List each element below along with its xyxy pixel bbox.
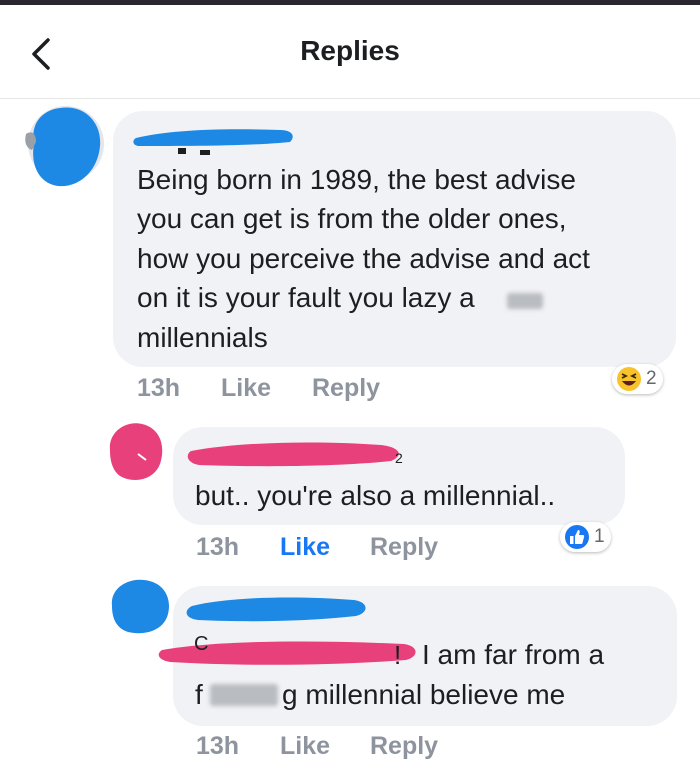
reply-button[interactable]: Reply [370, 732, 438, 761]
page-title: Replies [300, 35, 400, 66]
avatar[interactable] [106, 420, 166, 484]
svg-text:!: ! [394, 640, 401, 670]
avatar[interactable] [22, 104, 104, 190]
reply-button[interactable]: Reply [312, 374, 380, 403]
redacted-author-name [133, 129, 293, 155]
redacted-author-name: 2 [187, 442, 403, 467]
timestamp: 13h [137, 374, 181, 402]
like-button[interactable]: Like [280, 732, 330, 761]
comment-text-line: I am far from a [422, 639, 605, 670]
reaction-count: 2 [646, 368, 657, 389]
svg-text:C: C [194, 633, 208, 655]
comment-text-line: g millennial believe me [282, 679, 566, 710]
comment-text-line: millennials [137, 322, 268, 353]
comment-text-line: how you perceive the advise and act [137, 243, 590, 274]
avatar[interactable] [108, 578, 174, 636]
reply-button[interactable]: Reply [370, 533, 438, 562]
timestamp: 13h [196, 533, 240, 561]
comment-text-line: but.. you're also a millennial.. [195, 480, 556, 511]
redacted-text: C ! [158, 633, 416, 670]
comment-text-line: on it is your fault you lazy a [137, 282, 475, 313]
like-button[interactable]: Like [221, 374, 271, 403]
reaction-count-badge[interactable]: 2 [612, 364, 663, 394]
timestamp: 13h [196, 732, 240, 760]
like-button[interactable]: Like [280, 533, 330, 562]
laughing-emoji-icon [617, 367, 641, 391]
reaction-count: 1 [594, 526, 605, 547]
redacted-author-name [186, 597, 366, 622]
thumbs-up-icon [565, 525, 589, 549]
svg-text:2: 2 [395, 450, 403, 466]
censored-word [210, 684, 278, 706]
comment-text-line: Being born in 1989, the best advise [137, 164, 576, 195]
reaction-count-badge[interactable]: 1 [560, 522, 611, 552]
comment-text-line: you can get is from the older ones, [137, 203, 567, 234]
comment-text-line: f [195, 679, 203, 710]
censored-word [507, 293, 543, 309]
header: Replies [0, 5, 700, 99]
